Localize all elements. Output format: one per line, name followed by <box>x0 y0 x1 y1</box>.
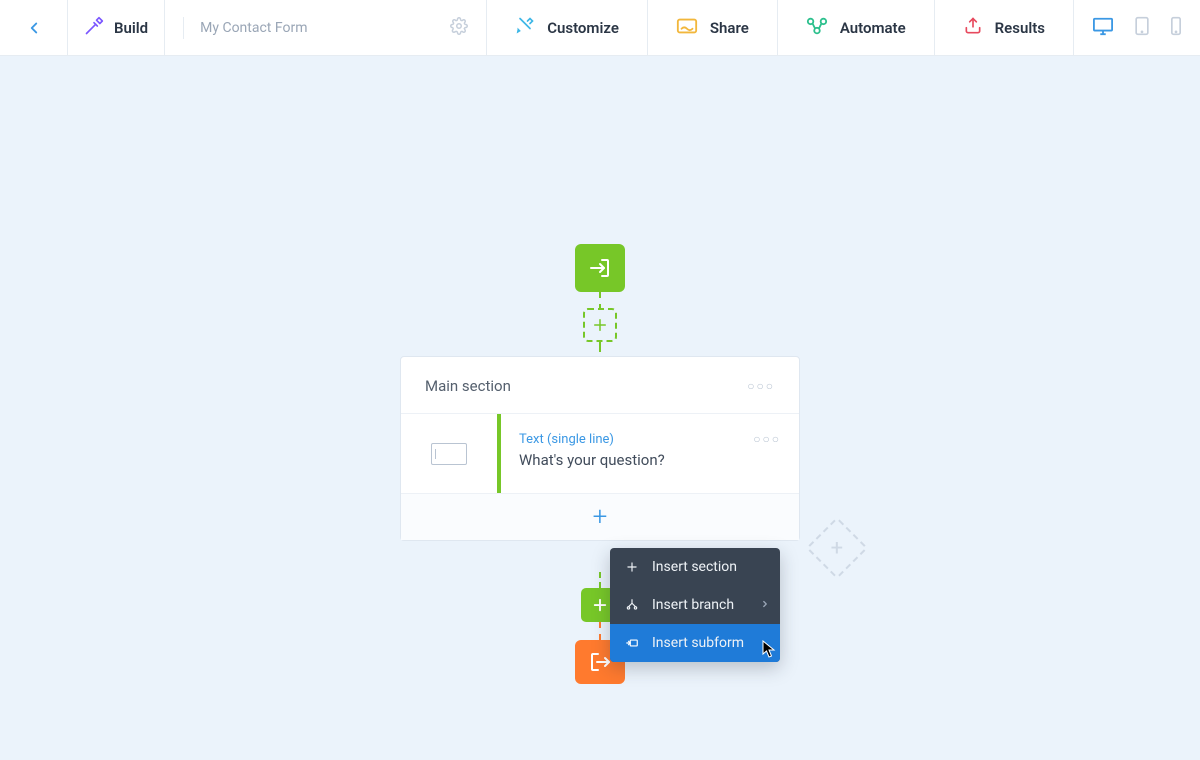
section-title: Main section <box>425 377 511 395</box>
build-icon <box>84 16 104 40</box>
chevron-left-icon <box>25 19 43 37</box>
form-name[interactable]: My Contact Form <box>165 0 487 55</box>
insert-context-menu: Insert section Insert branch Insert subf… <box>610 548 780 662</box>
add-field-button[interactable]: + <box>401 494 799 540</box>
results-icon <box>963 16 983 40</box>
device-preview-group <box>1074 0 1200 55</box>
tab-automate-label: Automate <box>840 19 906 37</box>
menu-insert-subform[interactable]: Insert subform <box>610 624 780 662</box>
plus-icon: + <box>831 535 843 560</box>
menu-insert-branch[interactable]: Insert branch <box>610 586 780 624</box>
share-icon <box>676 16 698 40</box>
tab-customize-label: Customize <box>547 19 619 37</box>
top-nav: Build My Contact Form Customize Share Au… <box>0 0 1200 56</box>
menu-item-label: Insert subform <box>652 635 744 651</box>
tab-share-label: Share <box>710 19 749 37</box>
connector <box>599 572 601 588</box>
customize-icon <box>515 16 535 40</box>
gear-icon[interactable] <box>450 17 468 39</box>
insert-slot-top[interactable] <box>583 308 617 342</box>
field-type-icon <box>401 414 497 493</box>
more-icon[interactable]: ○○○ <box>747 379 775 393</box>
divider <box>183 17 184 39</box>
field-row[interactable]: Text (single line) What's your question?… <box>401 414 799 494</box>
exit-icon <box>588 650 612 674</box>
form-name-label: My Contact Form <box>200 20 307 36</box>
menu-item-label: Insert section <box>652 559 737 575</box>
tablet-icon[interactable] <box>1134 16 1150 40</box>
desktop-icon[interactable] <box>1092 16 1114 40</box>
branch-icon <box>624 598 640 612</box>
field-question-label: What's your question? <box>519 451 665 469</box>
flow-canvas[interactable]: Main section ○○○ Text (single line) What… <box>0 56 1200 760</box>
tab-results[interactable]: Results <box>935 0 1074 55</box>
tab-build-label: Build <box>114 19 148 37</box>
menu-item-label: Insert branch <box>652 597 734 613</box>
tab-build[interactable]: Build <box>68 0 165 55</box>
subform-icon <box>624 636 640 650</box>
tab-results-label: Results <box>995 19 1045 37</box>
connector <box>599 622 601 640</box>
section-header[interactable]: Main section ○○○ <box>401 357 799 414</box>
start-node[interactable] <box>575 244 625 292</box>
menu-insert-section[interactable]: Insert section <box>610 548 780 586</box>
enter-icon <box>588 256 612 280</box>
mobile-icon[interactable] <box>1170 16 1182 40</box>
plus-icon: + <box>593 502 608 532</box>
section-card[interactable]: Main section ○○○ Text (single line) What… <box>400 356 800 541</box>
insert-slot-right[interactable]: + <box>806 517 868 579</box>
plus-icon <box>624 560 640 574</box>
chevron-right-icon <box>760 597 770 613</box>
tab-share[interactable]: Share <box>648 0 778 55</box>
field-type-label: Text (single line) <box>519 432 665 447</box>
tab-customize[interactable]: Customize <box>487 0 648 55</box>
back-button[interactable] <box>0 0 68 55</box>
tab-automate[interactable]: Automate <box>778 0 935 55</box>
automate-icon <box>806 16 828 40</box>
more-icon[interactable]: ○○○ <box>753 432 781 446</box>
